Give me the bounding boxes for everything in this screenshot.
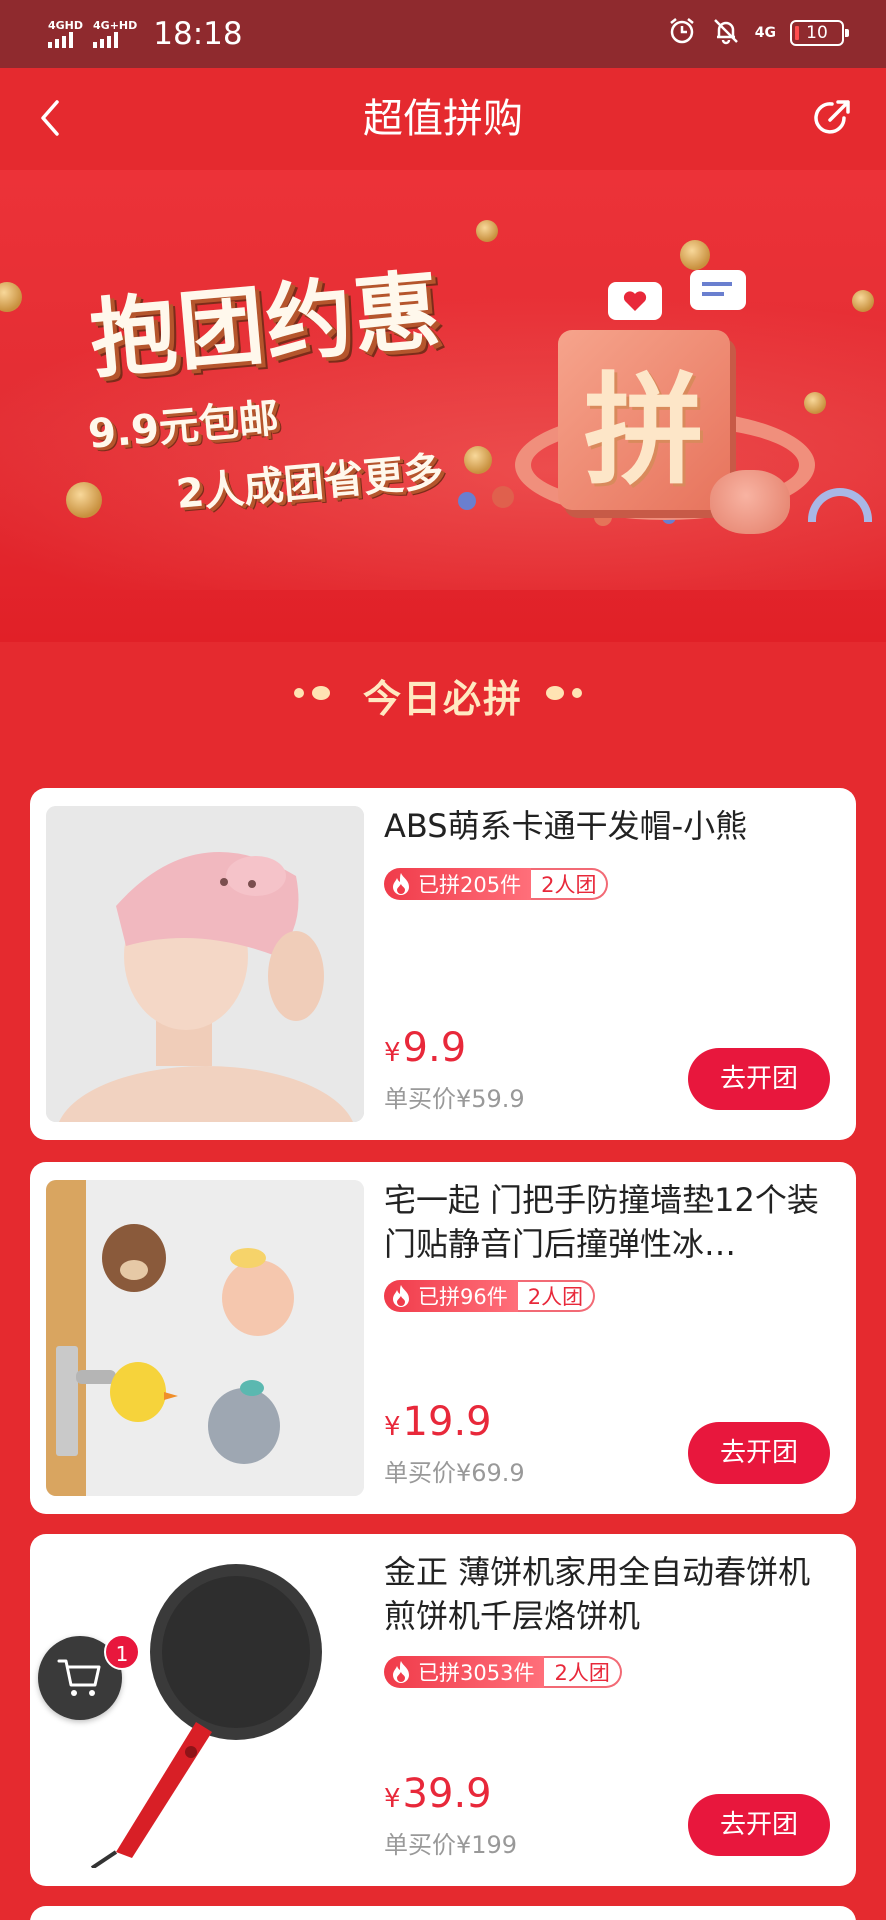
sim2-label: 4G+HD — [93, 19, 138, 32]
share-icon — [814, 100, 850, 134]
network-type: 4G — [754, 25, 776, 41]
status-bar: 4GHD 4G+HD 18:18 4G 10 — [0, 0, 886, 68]
share-button[interactable] — [804, 90, 860, 146]
flame-icon — [393, 1285, 409, 1307]
sold-count: 已拼205件 — [418, 873, 522, 897]
product-image — [46, 1180, 364, 1496]
coin-decoration — [852, 290, 874, 312]
product-title: 金正 薄饼机家用全自动春饼机煎饼机千层烙饼机 — [384, 1553, 811, 1635]
product-tags: 已拼205件 2人团 — [384, 868, 609, 900]
product-card[interactable]: 金正 薄饼机家用全自动春饼机煎饼机千层烙饼机 已拼3053件 2人团 ¥39.9… — [30, 1534, 856, 1886]
sold-tag: 已拼3053件 — [384, 1656, 545, 1688]
sim1-label: 4GHD — [48, 19, 84, 32]
start-group-button[interactable]: 去开团 — [688, 1048, 830, 1110]
page-title: 超值拼购 — [363, 96, 523, 142]
original-price: 单买价¥199 — [384, 1831, 518, 1859]
group-size-tag: 2人团 — [531, 868, 609, 900]
price-value: 39.9 — [402, 1771, 492, 1817]
start-group-button[interactable]: 去开团 — [688, 1422, 830, 1484]
product-tags: 已拼3053件 2人团 — [384, 1656, 622, 1688]
section-title: 今日必拼 — [362, 677, 523, 721]
signal-bars-icon — [48, 32, 73, 48]
sold-count: 已拼3053件 — [418, 1661, 535, 1685]
chat-bubble-icon — [690, 270, 746, 310]
title-bar: 超值拼购 — [0, 68, 886, 170]
status-time: 18:18 — [153, 16, 243, 52]
sold-tag: 已拼96件 — [384, 1280, 518, 1312]
signal-bars-icon — [93, 32, 119, 48]
pin-emblem: 拼 — [558, 330, 730, 510]
coin-decoration — [476, 220, 498, 242]
currency-symbol: ¥ — [384, 1038, 401, 1068]
signal-sim1: 4GHD — [48, 20, 83, 48]
coin-decoration — [804, 392, 826, 414]
product-tags: 已拼96件 2人团 — [384, 1280, 596, 1312]
group-size-tag: 2人团 — [517, 1280, 596, 1312]
product-title: ABS萌系卡通干发帽-小熊 — [384, 807, 748, 845]
price-value: 19.9 — [402, 1399, 492, 1445]
sold-count: 已拼96件 — [418, 1285, 508, 1309]
start-group-button[interactable]: 去开团 — [688, 1794, 830, 1856]
original-price: 单买价¥69.9 — [384, 1459, 525, 1487]
heart-bubble-icon — [608, 282, 662, 320]
piggy-bank-icon — [710, 470, 790, 534]
group-price: ¥39.9 — [384, 1770, 492, 1823]
signal-sim2: 4G+HD — [93, 20, 137, 48]
product-image — [46, 806, 364, 1122]
battery-icon: 10 — [790, 20, 849, 46]
mute-bell-icon — [711, 16, 741, 50]
status-left: 4GHD 4G+HD 18:18 — [48, 14, 243, 54]
group-price: ¥9.9 — [384, 1024, 466, 1077]
group-size-tag: 2人团 — [544, 1656, 622, 1688]
product-card[interactable]: 宅一起 门把手防撞墙垫12个装 门贴静音门后撞弹性冰… 已拼96件 2人团 ¥1… — [30, 1162, 856, 1514]
price-value: 9.9 — [402, 1025, 467, 1071]
sold-tag: 已拼205件 — [384, 868, 532, 900]
alarm-icon — [667, 16, 697, 50]
status-right: 4G 10 — [667, 16, 849, 50]
product-title: 宅一起 门把手防撞墙垫12个装 门贴静音门后撞弹性冰… — [384, 1181, 819, 1263]
coin-decoration — [680, 240, 710, 270]
original-price: 单买价¥59.9 — [384, 1085, 525, 1113]
cart-icon — [57, 1659, 101, 1696]
promo-banner[interactable]: 拼 抱团约惠 9.9元包邮 2人成团省更多 — [0, 170, 886, 642]
flame-icon — [393, 1661, 409, 1683]
currency-symbol: ¥ — [384, 1784, 401, 1814]
flame-icon — [393, 873, 409, 895]
battery-level: 10 — [806, 23, 828, 43]
cart-badge: 1 — [104, 1634, 140, 1670]
coin-decoration — [464, 446, 492, 474]
currency-symbol: ¥ — [384, 1412, 401, 1442]
group-price: ¥19.9 — [384, 1398, 492, 1451]
section-dots-right — [546, 686, 582, 700]
pin-emblem-char: 拼 — [584, 362, 704, 501]
coin-decoration — [66, 482, 102, 518]
product-card[interactable]: ABS萌系卡通干发帽-小熊 已拼205件 2人团 ¥9.9 单买价¥59.9 去… — [30, 788, 856, 1140]
product-card-peek[interactable] — [30, 1906, 856, 1920]
